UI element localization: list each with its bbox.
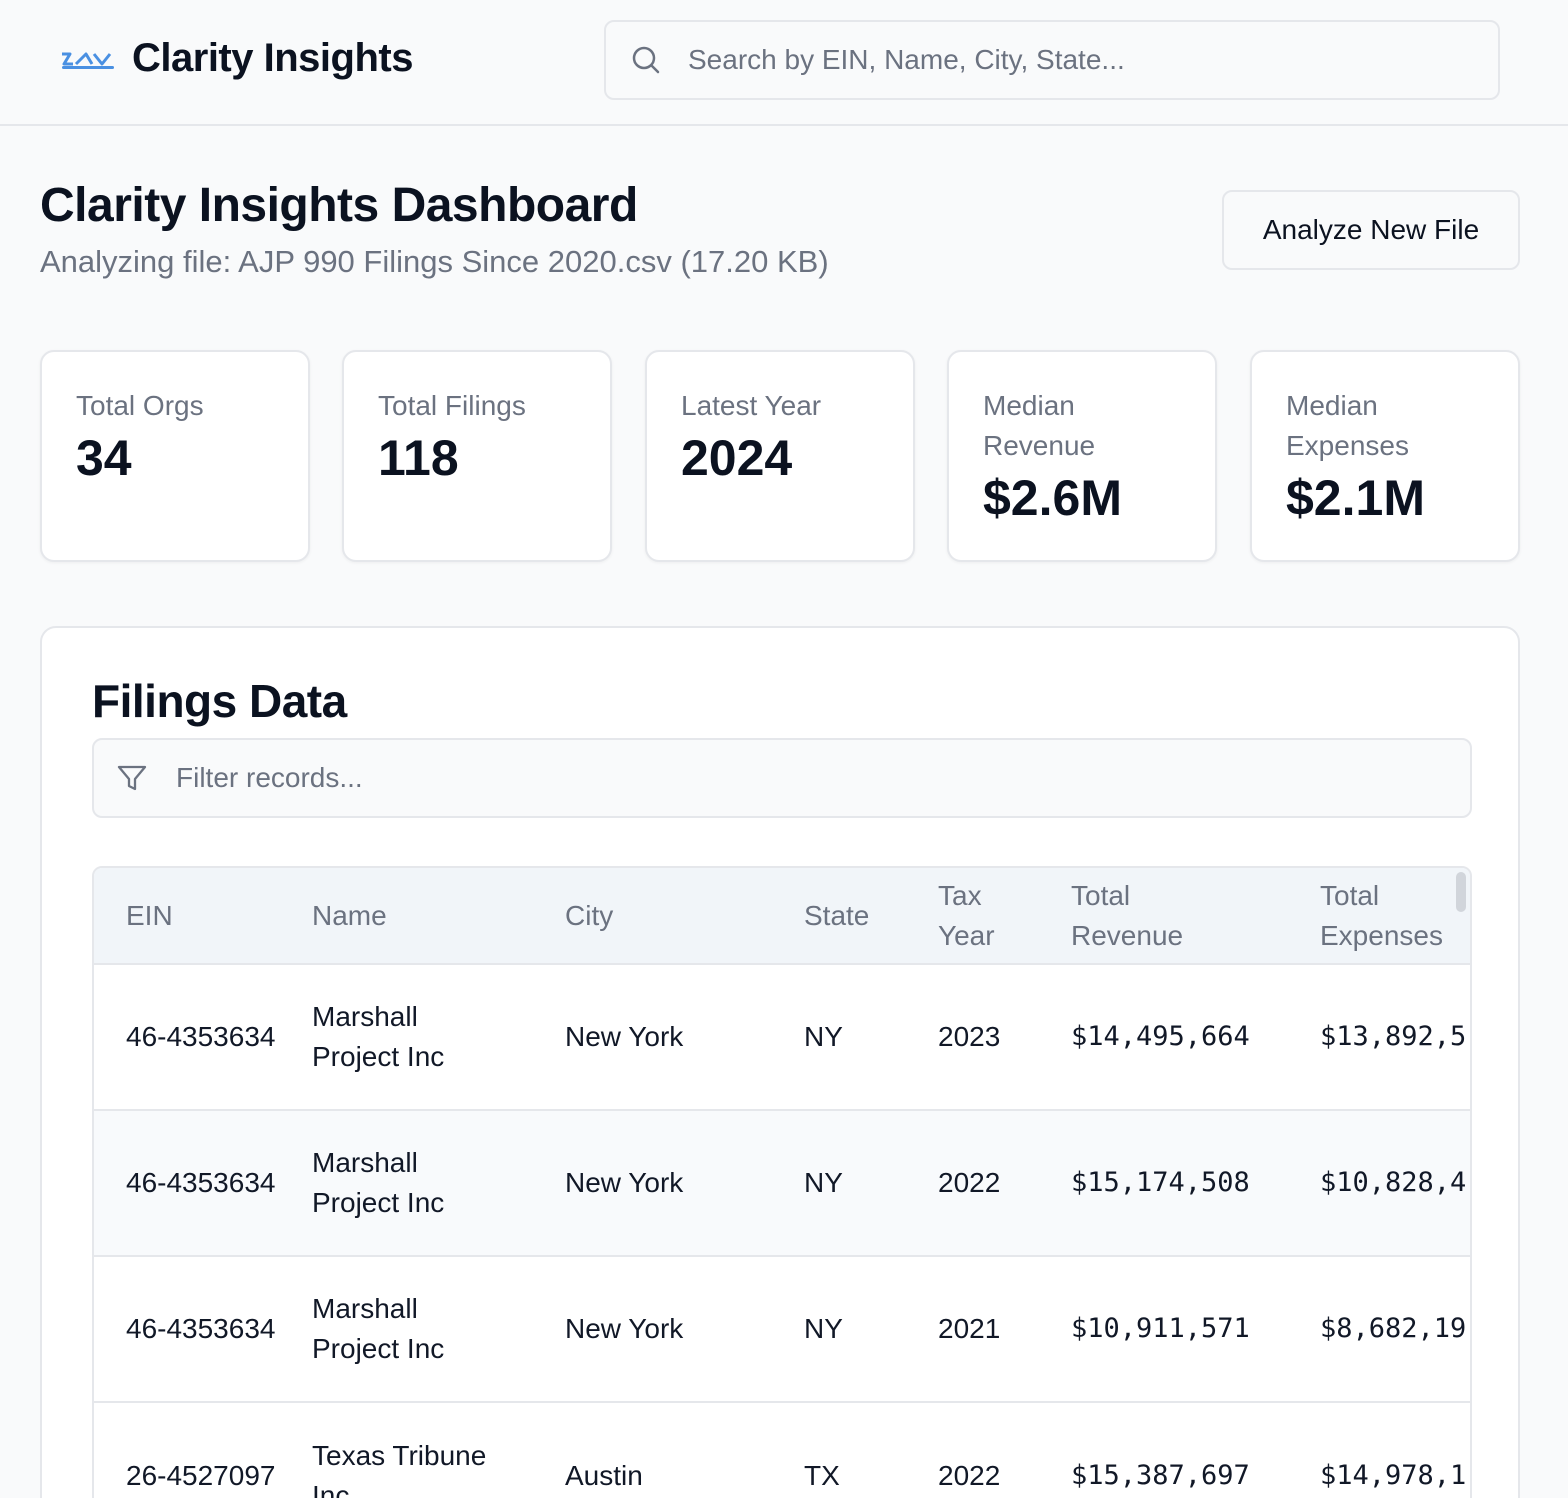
- page-subtitle: Analyzing file: AJP 990 Filings Since 20…: [40, 244, 829, 279]
- cell-state: TX: [804, 1459, 840, 1491]
- search-icon: [632, 46, 660, 74]
- cell-state: NY: [804, 1167, 843, 1198]
- stat-card-total-filings: Total Filings 118: [342, 350, 612, 562]
- filings-table: EIN Name City State Tax Year Total Reven…: [94, 868, 1470, 1498]
- column-header-ein[interactable]: EIN: [94, 868, 280, 964]
- stat-label: Median Revenue: [983, 390, 1096, 461]
- cell-city: New York: [565, 1167, 684, 1198]
- table-row[interactable]: 46-4353634 Marshall Project Inc New York…: [94, 1256, 1470, 1402]
- column-header-total-revenue[interactable]: Total Revenue: [1039, 868, 1288, 964]
- cell-ein: 46-4353634: [126, 1313, 276, 1344]
- cell-total-expenses: $13,892,5: [1320, 1021, 1467, 1052]
- column-header-city[interactable]: City: [533, 868, 772, 964]
- table-header-row: EIN Name City State Tax Year Total Reven…: [94, 868, 1470, 964]
- search-input[interactable]: [688, 44, 1498, 76]
- cell-name: Marshall Project Inc: [312, 1293, 445, 1364]
- column-header-state[interactable]: State: [772, 868, 906, 964]
- table-row[interactable]: 46-4353634 Marshall Project Inc New York…: [94, 964, 1470, 1110]
- stat-value: $2.1M: [1286, 470, 1425, 526]
- filings-title: Filings Data: [92, 675, 347, 727]
- brand-name: Clarity Insights: [132, 36, 413, 80]
- cell-ein: 46-4353634: [126, 1167, 276, 1198]
- cell-ein: 26-4527097: [126, 1459, 276, 1491]
- stat-card-median-expenses: Median Expenses $2.1M: [1250, 350, 1520, 562]
- cell-name: Texas Tribune Inc: [312, 1439, 487, 1498]
- cell-tax-year: 2021: [938, 1313, 1001, 1344]
- page-title: Clarity Insights Dashboard: [40, 179, 638, 232]
- cell-ein: 46-4353634: [126, 1021, 276, 1052]
- stat-label: Latest Year: [681, 390, 822, 421]
- filings-table-container[interactable]: EIN Name City State Tax Year Total Reven…: [92, 866, 1472, 1498]
- column-header-name[interactable]: Name: [280, 868, 533, 964]
- stat-card-latest-year: Latest Year 2024: [645, 350, 915, 562]
- filter-input[interactable]: [176, 762, 1470, 794]
- cell-total-expenses: $10,828,4: [1320, 1167, 1467, 1198]
- stat-card-median-revenue: Median Revenue $2.6M: [947, 350, 1217, 562]
- global-search[interactable]: [604, 20, 1500, 100]
- top-bar: Clarity Insights: [0, 0, 1568, 126]
- cell-city: Austin: [565, 1459, 643, 1491]
- filter-box[interactable]: [92, 738, 1472, 818]
- cell-city: New York: [565, 1313, 684, 1344]
- filter-icon: [117, 765, 147, 791]
- cell-tax-year: 2022: [938, 1459, 1001, 1491]
- cell-total-revenue: $10,911,571: [1071, 1313, 1250, 1344]
- analyze-new-file-button[interactable]: Analyze New File: [1222, 190, 1520, 270]
- cell-state: NY: [804, 1313, 843, 1344]
- stat-value: $2.6M: [983, 470, 1122, 526]
- cell-total-revenue: $15,174,508: [1071, 1167, 1250, 1198]
- stat-label: Total Filings: [378, 390, 526, 421]
- stat-card-total-orgs: Total Orgs 34: [40, 350, 310, 562]
- cell-total-expenses: $14,978,1: [1320, 1459, 1467, 1491]
- cell-name: Marshall Project Inc: [312, 1001, 445, 1072]
- stat-value: 34: [76, 430, 132, 486]
- table-row[interactable]: 46-4353634 Marshall Project Inc New York…: [94, 1110, 1470, 1256]
- column-header-tax-year[interactable]: Tax Year: [906, 868, 1039, 964]
- stat-value: 2024: [681, 430, 793, 486]
- cell-total-revenue: $15,387,697: [1071, 1459, 1250, 1491]
- cell-total-expenses: $8,682,19: [1320, 1313, 1467, 1344]
- cell-city: New York: [565, 1021, 684, 1052]
- filings-panel: Filings Data EIN Name City State Tax Yea…: [40, 626, 1520, 1498]
- cell-tax-year: 2022: [938, 1167, 1001, 1198]
- stat-label: Median Expenses: [1286, 390, 1409, 461]
- cell-total-revenue: $14,495,664: [1071, 1021, 1250, 1052]
- stat-value: 118: [378, 430, 459, 486]
- stat-label: Total Orgs: [76, 390, 204, 421]
- cell-name: Marshall Project Inc: [312, 1147, 445, 1218]
- column-header-total-expenses[interactable]: Total Expenses: [1288, 868, 1470, 964]
- logo-icon: [62, 52, 114, 69]
- table-row[interactable]: 26-4527097 Texas Tribune Inc Austin TX 2…: [94, 1402, 1470, 1498]
- brand[interactable]: Clarity Insights: [60, 36, 413, 81]
- cell-tax-year: 2023: [938, 1021, 1001, 1052]
- table-scrollbar[interactable]: [1456, 872, 1466, 912]
- cell-state: NY: [804, 1021, 843, 1052]
